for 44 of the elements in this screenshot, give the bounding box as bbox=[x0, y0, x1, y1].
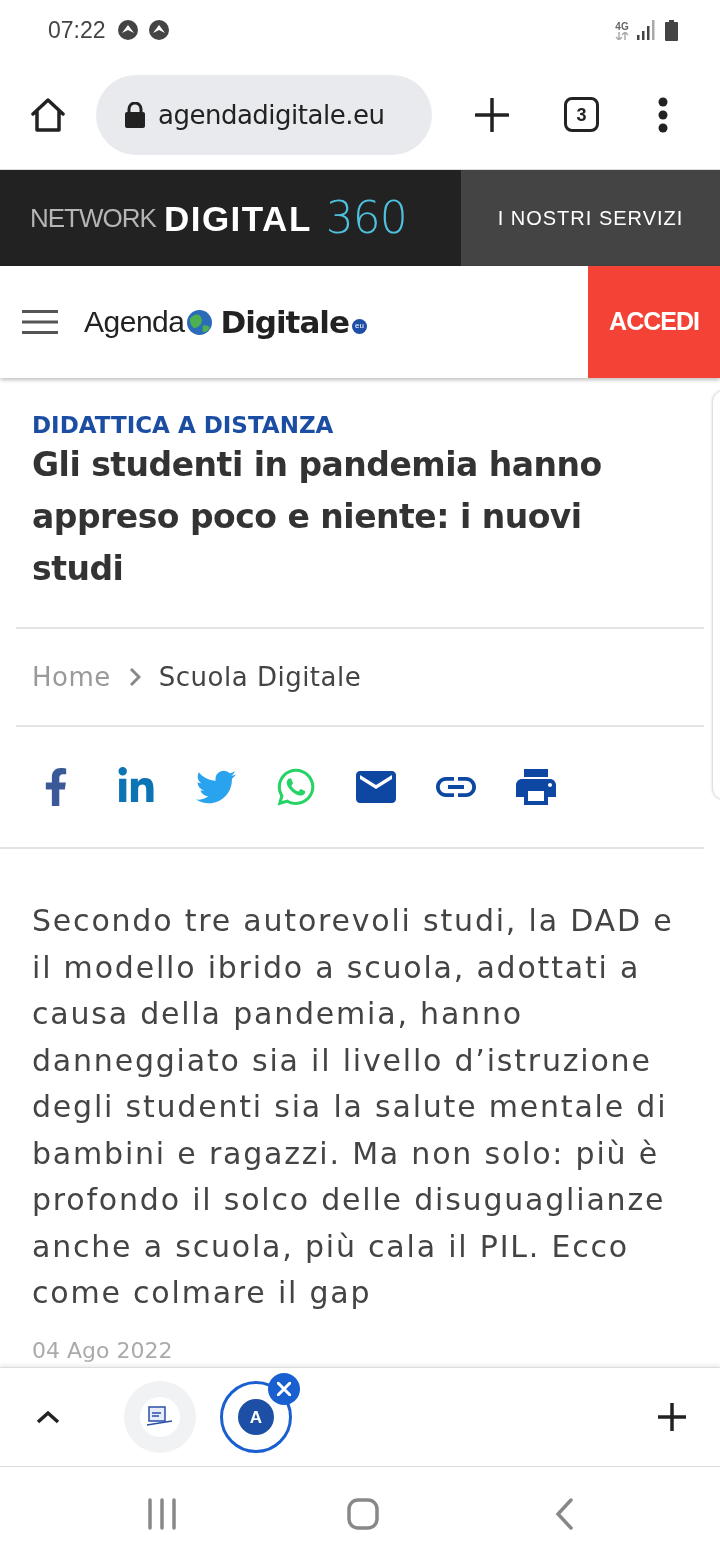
logo-eu-badge: eu bbox=[352, 318, 367, 334]
battery-icon bbox=[665, 19, 678, 41]
logo-digital-text: DIGITAL bbox=[163, 200, 312, 236]
hamburger-menu-button[interactable] bbox=[22, 310, 58, 334]
home-icon bbox=[30, 97, 66, 132]
logo-number-text: 360 bbox=[325, 196, 407, 240]
network-type: 4G bbox=[615, 20, 629, 32]
address-bar[interactable]: agendadigitale.eu bbox=[96, 74, 432, 155]
add-tab-button[interactable] bbox=[656, 1401, 688, 1433]
home-nav-button[interactable] bbox=[345, 1495, 381, 1532]
notification-icon bbox=[117, 20, 138, 40]
clock-time: 07:22 bbox=[48, 18, 106, 42]
article-summary: Secondo tre autorevoli studi, la DAD e il modello ibrido a scuola, adottati a causa della pandemia, hanno danneggiato sia il livello d’istruzione degli studenti sia la salute mentale di bambini e ragazzi. Ma non solo: più è profondo il solco delle disuguaglianze anche a scuola, più cala il PIL. Ecco come colmare il gap bbox=[32, 902, 675, 1312]
tab-button[interactable]: A bbox=[220, 1381, 292, 1453]
chevron-up-icon bbox=[36, 1410, 60, 1424]
close-tab-button[interactable] bbox=[268, 1373, 300, 1405]
chevron-right-icon bbox=[128, 667, 141, 687]
globe-icon bbox=[187, 309, 213, 335]
computer-drawing bbox=[146, 1405, 174, 1429]
lock-icon bbox=[124, 101, 146, 128]
more-icon bbox=[658, 96, 668, 133]
breadcrumb-link[interactable]: Scuola Digitale bbox=[158, 664, 362, 690]
tab-count-button[interactable]: 3 bbox=[564, 97, 599, 132]
article-date: 04 Ago 2022 bbox=[31, 1338, 174, 1363]
notification-icon bbox=[148, 20, 169, 40]
category-label[interactable]: DIDATTICA A DISTANZA bbox=[32, 411, 682, 439]
favicon-letter: A bbox=[238, 1399, 274, 1435]
article-title: Gli studenti in pandemia hanno appreso poco e niente: i nuovi studi bbox=[32, 444, 603, 590]
close-icon bbox=[277, 1382, 291, 1396]
data-arrows-icon bbox=[615, 31, 629, 40]
recents-icon bbox=[147, 1497, 177, 1530]
menu-icon bbox=[22, 310, 58, 334]
home-square-icon bbox=[347, 1497, 379, 1530]
back-chevron-icon bbox=[555, 1497, 573, 1530]
signal-icon bbox=[637, 20, 655, 40]
services-button[interactable]: I NOSTRI SERVIZI bbox=[461, 170, 720, 266]
logo-network-text: NETWORK bbox=[30, 205, 156, 231]
plus-icon bbox=[657, 1402, 687, 1432]
whatsapp-icon bbox=[275, 766, 317, 808]
login-button[interactable]: ACCEDI bbox=[588, 266, 720, 378]
logo-agenda-text: Agenda bbox=[84, 307, 185, 337]
url-text: agendadigitale.eu bbox=[158, 101, 385, 128]
plus-icon bbox=[475, 97, 509, 132]
logo-digitale-text: Digitale bbox=[220, 306, 349, 338]
